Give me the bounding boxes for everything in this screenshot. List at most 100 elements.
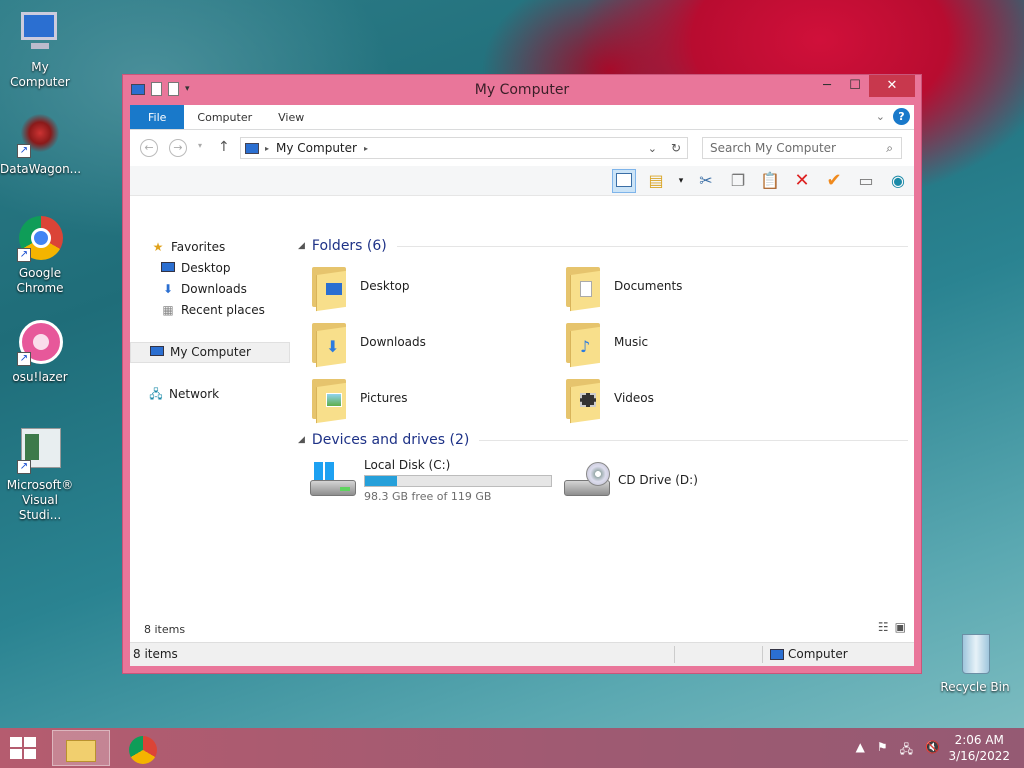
folder-documents[interactable]: Documents (564, 261, 818, 312)
desktop-icon-visual-studio[interactable]: ↗ Microsoft® Visual Studi... (0, 428, 80, 523)
forward-button[interactable]: → (169, 139, 187, 157)
computer-small-icon (245, 142, 259, 154)
folder-label: Documents (614, 279, 683, 293)
desktop-icon-label: Google Chrome (16, 266, 64, 295)
action-center-flag-icon[interactable]: ⚑ (877, 740, 888, 761)
desktop-icon-label: Recycle Bin (940, 680, 1010, 694)
network-tray-icon[interactable]: 🖧 (900, 740, 913, 761)
desktop-icon-my-computer[interactable]: My Computer (0, 10, 80, 90)
address-dropdown-icon[interactable]: ⌄ (648, 142, 657, 155)
windows-logo-icon (10, 737, 22, 747)
title-bar[interactable]: ▾ My Computer ─ ☐ ✕ (123, 75, 921, 105)
ribbon-tabs: File Computer View ⌄ ? (130, 105, 914, 130)
desktop-icon-osu-lazer[interactable]: ↗ osu!lazer (0, 320, 80, 385)
folder-pictures[interactable]: Pictures (310, 373, 564, 424)
videos-folder-icon (564, 375, 604, 424)
drive-cd-d[interactable]: CD Drive (D:) (564, 455, 818, 505)
start-button[interactable] (10, 737, 38, 759)
cut-icon[interactable]: ✂ (694, 169, 718, 193)
nav-downloads[interactable]: ⬇ Downloads (130, 279, 290, 300)
chrome-icon (129, 735, 157, 764)
address-bar-row: ← → ▾ ↑ ▸ My Computer ▸ ⌄ ↻ Search My Co… (130, 130, 914, 166)
documents-folder-icon (564, 263, 604, 312)
search-input[interactable]: Search My Computer ⌕ (702, 137, 902, 159)
show-hidden-icons-icon[interactable]: ▲ (856, 740, 865, 761)
tab-view[interactable]: View (265, 105, 317, 129)
downloads-folder-icon: ⬇ (310, 319, 350, 368)
shortcut-arrow-icon: ↗ (17, 144, 31, 158)
drive-local-disk-c[interactable]: Local Disk (C:) 98.3 GB free of 119 GB (310, 455, 564, 505)
taskbar-chrome[interactable] (114, 730, 172, 766)
volume-muted-icon[interactable]: 🔇 (925, 740, 940, 761)
up-button[interactable]: ↑ (218, 139, 230, 155)
address-field[interactable]: ▸ My Computer ▸ ⌄ ↻ (240, 137, 688, 159)
collapse-triangle-icon[interactable]: ◢ (298, 435, 305, 445)
window-title: My Computer (474, 82, 570, 98)
maximize-button[interactable]: ☐ (841, 75, 869, 97)
tab-file[interactable]: File (130, 105, 185, 129)
close-button[interactable]: ✕ (869, 75, 915, 97)
status-bar: 8 items Computer (130, 642, 914, 666)
refresh-icon[interactable]: ↻ (671, 141, 681, 155)
recent-locations-icon[interactable]: ▾ (198, 141, 202, 150)
check-icon[interactable]: ✔ (822, 169, 846, 193)
nav-favorites[interactable]: ★ Favorites (130, 237, 290, 258)
clock-time: 2:06 AM (954, 733, 1004, 747)
breadcrumb-my-computer[interactable]: My Computer (276, 141, 357, 155)
breadcrumb-separator-icon[interactable]: ▸ (265, 144, 269, 153)
expand-ribbon-chevron-icon[interactable]: ⌄ (876, 110, 885, 123)
visual-studio-icon: ↗ (17, 428, 63, 474)
folders-group-header[interactable]: ◢ Folders (6) (298, 235, 908, 257)
folder-label: Videos (614, 391, 654, 405)
properties-icon[interactable]: ▤ (644, 169, 668, 193)
tab-computer[interactable]: Computer (184, 105, 265, 129)
desktop-icon-datawagon[interactable]: ↗ DataWagon... (0, 112, 81, 177)
nav-desktop[interactable]: Desktop (130, 258, 290, 279)
chrome-icon: ↗ (17, 216, 63, 262)
dropdown-icon[interactable]: ▾ (676, 169, 686, 193)
status-items-count: 8 items (133, 647, 178, 661)
desktop-icon (160, 258, 176, 279)
folder-videos[interactable]: Videos (564, 373, 818, 424)
taskbar-file-explorer[interactable] (52, 730, 110, 766)
paste-icon[interactable]: 📋 (758, 169, 782, 193)
collapse-triangle-icon[interactable]: ◢ (298, 241, 305, 251)
preview-pane-icon[interactable] (612, 169, 636, 193)
network-icon: 🖧 (149, 387, 163, 401)
nav-recent-places[interactable]: ▦ Recent places (130, 300, 290, 321)
search-placeholder: Search My Computer (710, 141, 836, 155)
desktop-folder-icon (310, 263, 350, 312)
taskbar-clock[interactable]: 2:06 AM 3/16/2022 (948, 732, 1010, 764)
details-view-icon[interactable]: ☷ (878, 620, 889, 634)
help-icon[interactable]: ? (893, 108, 910, 125)
command-toolbar: ▤ ▾ ✂ ❐ 📋 ✕ ✔ ▭ ◉ (130, 166, 914, 196)
delete-icon[interactable]: ✕ (790, 169, 814, 193)
copy-icon[interactable]: ❐ (726, 169, 750, 193)
folder-downloads[interactable]: ⬇ Downloads (310, 317, 564, 368)
folder-label: Music (614, 335, 649, 349)
windows-logo-icon (314, 462, 334, 480)
music-folder-icon: ♪ (564, 319, 604, 368)
window-body: File Computer View ⌄ ? ← → ▾ ↑ ▸ My Comp… (130, 105, 914, 666)
large-icons-view-icon[interactable]: ▣ (895, 620, 906, 634)
search-icon[interactable]: ⌕ (886, 138, 893, 158)
network-globe-icon[interactable]: ◉ (886, 169, 910, 193)
back-button[interactable]: ← (140, 139, 158, 157)
desktop-icon-google-chrome[interactable]: ↗ Google Chrome (0, 216, 80, 296)
folder-desktop[interactable]: Desktop (310, 261, 564, 312)
breadcrumb-separator-icon[interactable]: ▸ (364, 144, 368, 153)
folder-music[interactable]: ♪ Music (564, 317, 818, 368)
rename-icon[interactable]: ▭ (854, 169, 878, 193)
desktop-icon-label: Microsoft® Visual Studi... (6, 478, 74, 522)
minimize-button[interactable]: ─ (813, 75, 841, 97)
drives-group-header[interactable]: ◢ Devices and drives (2) (298, 429, 908, 451)
nav-my-computer[interactable]: My Computer (130, 342, 290, 363)
navigation-pane: ★ Favorites Desktop ⬇ Downloads ▦ Recent… (130, 227, 290, 613)
items-count: 8 items (144, 623, 186, 636)
star-icon: ★ (152, 240, 164, 254)
taskbar: ▲ ⚑ 🖧 🔇 2:06 AM 3/16/2022 (0, 728, 1024, 768)
nav-network[interactable]: 🖧 Network (130, 384, 290, 405)
explorer-window[interactable]: ▾ My Computer ─ ☐ ✕ File Computer View ⌄… (122, 74, 922, 674)
desktop-icon-recycle-bin[interactable]: Recycle Bin (935, 630, 1015, 695)
pictures-folder-icon (310, 375, 350, 424)
